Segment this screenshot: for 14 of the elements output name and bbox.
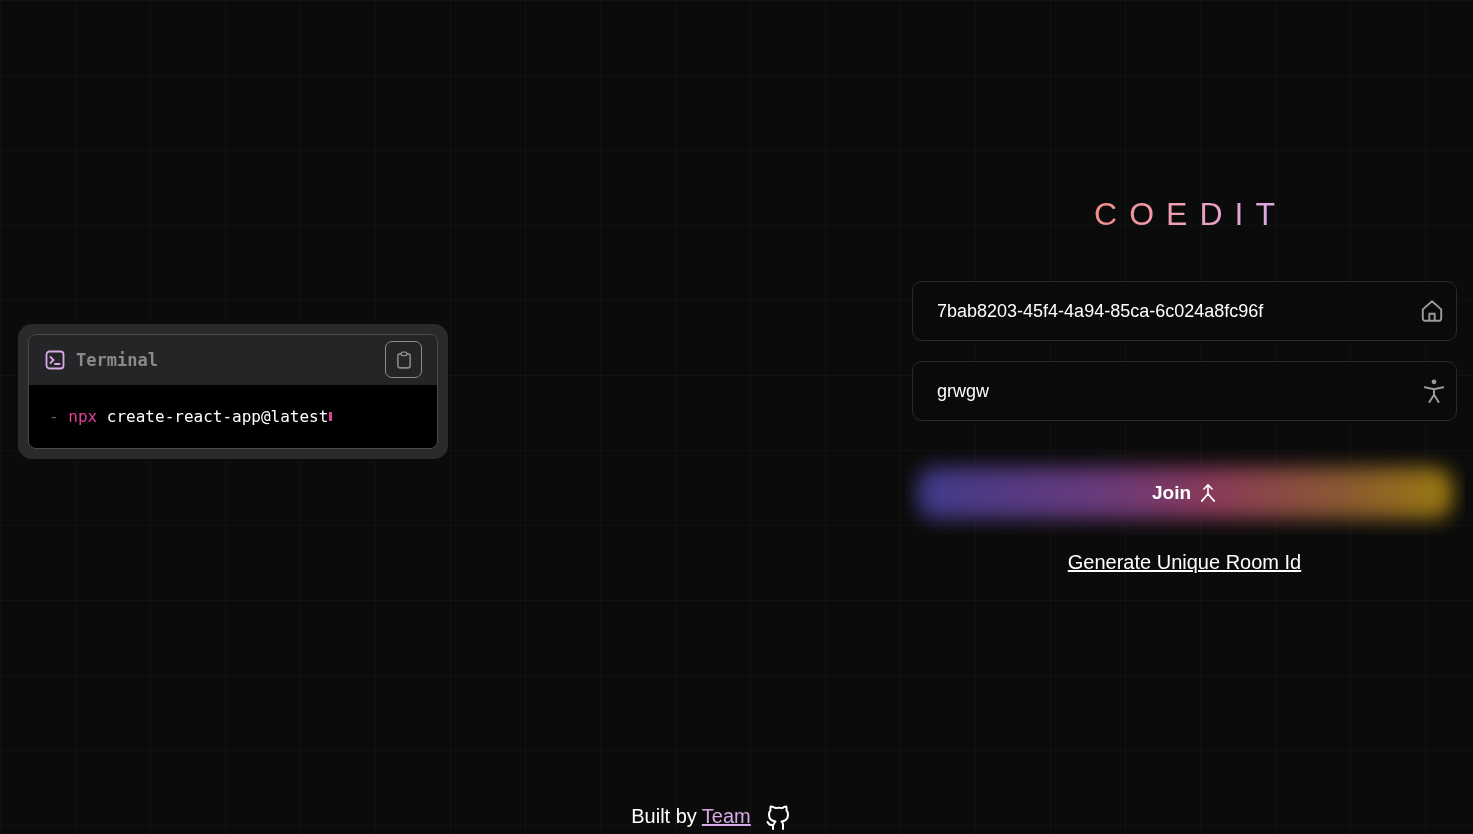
command-line: - npx create-react-app@latest <box>49 406 329 426</box>
copy-button[interactable] <box>385 341 422 378</box>
clipboard-icon <box>396 350 411 369</box>
terminal-icon <box>45 349 65 370</box>
username-field[interactable]: grwgw <box>912 361 1457 421</box>
terminal-title: Terminal <box>76 349 159 370</box>
generate-room-id-link[interactable]: Generate Unique Room Id <box>1067 551 1302 574</box>
room-id-field[interactable]: 7bab8203-45f4-4a94-85ca-6c024a8fc96f <box>912 281 1457 341</box>
footer-text: Built by <box>631 804 697 828</box>
merge-arrow-icon <box>1199 482 1218 504</box>
person-icon <box>1423 377 1445 405</box>
home-icon <box>1419 298 1445 324</box>
text-cursor <box>329 411 333 421</box>
team-link[interactable]: Team <box>701 804 751 828</box>
